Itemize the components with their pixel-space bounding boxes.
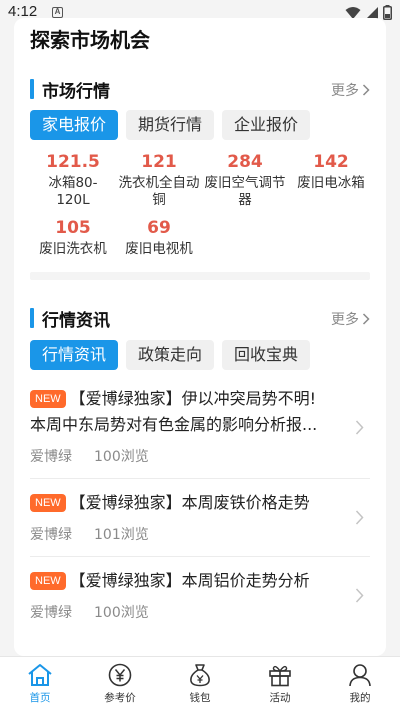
tab-enterprise-quotes[interactable]: 企业报价 xyxy=(222,110,311,140)
price-item[interactable]: 284 废旧空气调节器 xyxy=(202,152,288,209)
news-source: 爱博绿 xyxy=(30,605,72,621)
price-name: 冰箱80-120L xyxy=(48,175,98,208)
price-value: 105 xyxy=(55,218,91,238)
more-label: 更多 xyxy=(331,83,359,99)
tab-futures[interactable]: 期货行情 xyxy=(126,110,215,140)
chevron-right-icon xyxy=(362,84,370,96)
news-tabs: 行情资讯 政策走向 回收宝典 xyxy=(30,340,311,370)
price-name: 废旧洗衣机 xyxy=(39,241,107,257)
tab-recycling-guide[interactable]: 回收宝典 xyxy=(222,340,311,370)
news-separator xyxy=(30,478,370,479)
tab-market-news[interactable]: 行情资讯 xyxy=(30,340,119,370)
notification-app-icon: A xyxy=(52,7,63,18)
gift-icon xyxy=(269,665,291,687)
price-name: 废旧电冰箱 xyxy=(297,175,365,191)
market-tabs: 家电报价 期货行情 企业报价 xyxy=(30,110,311,140)
new-badge: NEW xyxy=(30,572,66,590)
price-item[interactable]: 69 废旧电视机 xyxy=(116,218,202,258)
yuan-icon xyxy=(108,663,132,687)
price-value: 284 xyxy=(227,152,263,172)
news-title-line2: 本周中东局势对有色金属的影响分析报... xyxy=(30,415,318,434)
chevron-right-icon xyxy=(355,588,364,603)
market-section-header: 市场行情 更多 xyxy=(30,77,370,102)
market-section-title: 市场行情 xyxy=(42,82,110,102)
nav-label: 我的 xyxy=(349,692,371,704)
price-item[interactable]: 142 废旧电冰箱 xyxy=(288,152,374,192)
price-item[interactable]: 121.5 冰箱80-120L xyxy=(30,152,116,209)
news-source: 爱博绿 xyxy=(30,527,72,543)
news-headline: NEW 【爱博绿独家】伊以冲突局势不明! xyxy=(30,386,340,412)
market-more-link[interactable]: 更多 xyxy=(331,80,370,100)
price-value: 121.5 xyxy=(46,152,100,172)
nav-label: 钱包 xyxy=(189,692,211,704)
chevron-right-icon xyxy=(362,313,370,325)
chevron-right-icon xyxy=(355,420,364,435)
section-accent-bar xyxy=(30,308,34,328)
section-divider xyxy=(30,272,370,280)
price-value: 69 xyxy=(147,218,171,238)
tab-policy[interactable]: 政策走向 xyxy=(126,340,215,370)
news-title-line1: 【爱博绿独家】伊以冲突局势不明! xyxy=(69,389,317,408)
nav-label: 参考价 xyxy=(104,692,136,704)
tab-appliance-quotes[interactable]: 家电报价 xyxy=(30,110,119,140)
price-name: 废旧空气调节器 xyxy=(204,175,286,208)
news-meta: 爱博绿 100浏览 xyxy=(30,602,370,622)
price-name: 洗衣机全自动铜 xyxy=(118,175,200,208)
price-item[interactable]: 121 洗衣机全自动铜 xyxy=(116,152,202,209)
nav-label: 活动 xyxy=(269,692,291,704)
new-badge: NEW xyxy=(30,494,66,512)
news-meta: 爱博绿 100浏览 xyxy=(30,446,370,466)
nav-wallet[interactable]: 钱包 xyxy=(160,657,240,712)
section-accent-bar xyxy=(30,79,34,99)
news-separator xyxy=(30,556,370,557)
news-title-line1: 【爱博绿独家】本周废铁价格走势 xyxy=(69,493,310,512)
chevron-right-icon xyxy=(355,510,364,525)
nav-home[interactable]: 首页 xyxy=(0,657,80,712)
news-views: 100浏览 xyxy=(94,605,149,621)
news-item[interactable]: NEW 【爱博绿独家】本周铝价走势分析 爱博绿 100浏览 xyxy=(30,568,370,622)
page-title: 探索市场机会 xyxy=(30,28,150,52)
nav-activity[interactable]: 活动 xyxy=(240,657,320,712)
news-source: 爱博绿 xyxy=(30,449,72,465)
nav-reference-price[interactable]: 参考价 xyxy=(80,657,160,712)
battery-icon xyxy=(383,5,392,20)
bottom-nav: 首页 参考价 钱包 活动 我的 xyxy=(0,656,400,712)
user-icon xyxy=(349,664,371,687)
news-section-header: 行情资讯 更多 xyxy=(30,306,370,331)
home-icon xyxy=(28,664,52,686)
news-views: 100浏览 xyxy=(94,449,149,465)
wallet-icon xyxy=(190,664,210,687)
price-item[interactable]: 105 废旧洗衣机 xyxy=(30,218,116,258)
news-item[interactable]: NEW 【爱博绿独家】伊以冲突局势不明! 本周中东局势对有色金属的影响分析报...… xyxy=(30,386,370,466)
news-item[interactable]: NEW 【爱博绿独家】本周废铁价格走势 爱博绿 101浏览 xyxy=(30,490,370,544)
news-headline: NEW 【爱博绿独家】本周废铁价格走势 xyxy=(30,490,340,516)
new-badge: NEW xyxy=(30,390,66,408)
nav-label: 首页 xyxy=(29,692,51,704)
nav-profile[interactable]: 我的 xyxy=(320,657,400,712)
price-name: 废旧电视机 xyxy=(125,241,193,257)
price-value: 121 xyxy=(141,152,177,172)
news-title-line1: 【爱博绿独家】本周铝价走势分析 xyxy=(69,571,310,590)
news-more-link[interactable]: 更多 xyxy=(331,309,370,329)
news-headline: NEW 【爱博绿独家】本周铝价走势分析 xyxy=(30,568,340,594)
news-views: 101浏览 xyxy=(94,527,149,543)
more-label: 更多 xyxy=(331,312,359,328)
news-section-title: 行情资讯 xyxy=(42,311,110,331)
price-value: 142 xyxy=(313,152,349,172)
news-meta: 爱博绿 101浏览 xyxy=(30,524,370,544)
